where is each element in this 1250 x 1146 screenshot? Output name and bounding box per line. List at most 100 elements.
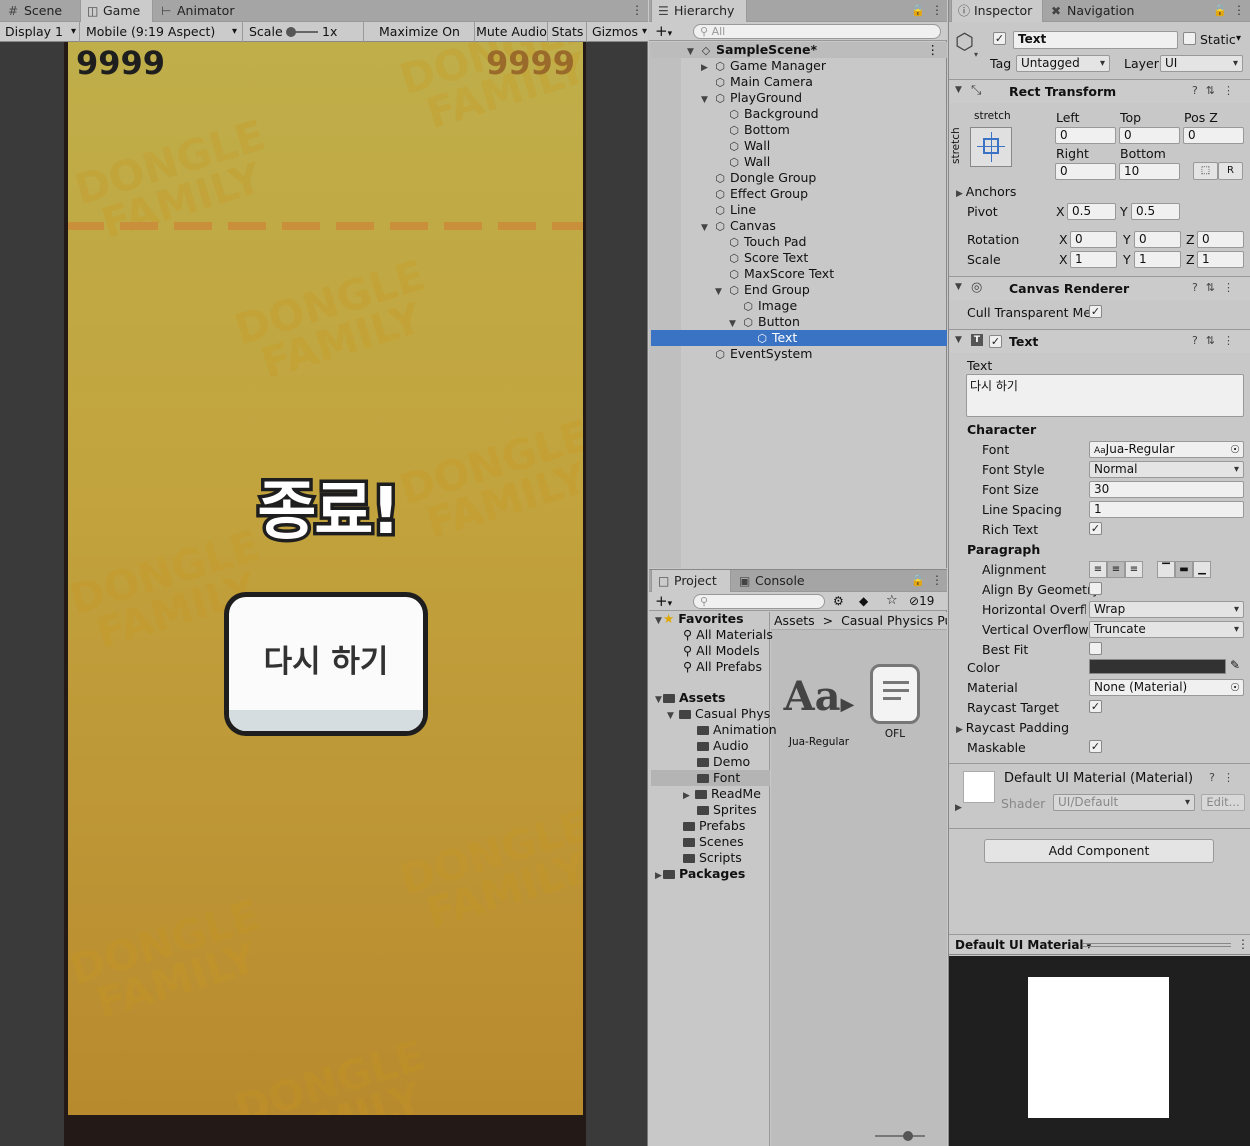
lock-icon[interactable]: 🔒 (911, 4, 925, 17)
top-field[interactable]: 0 (1119, 127, 1180, 144)
cull-transparent-checkbox[interactable]: ✓ (1089, 305, 1102, 318)
preset-icon[interactable]: ⇅ (1206, 334, 1223, 347)
hierarchy-item[interactable]: ⬡ EventSystem (651, 346, 947, 362)
v-overflow-dropdown[interactable]: Truncate (1089, 621, 1244, 638)
folder-scenes[interactable]: Scenes (651, 834, 770, 850)
stats-button[interactable]: Stats (549, 22, 587, 42)
assets-root[interactable]: ▼ Assets (651, 690, 770, 706)
text-value-area[interactable]: 다시 하기 (966, 374, 1244, 417)
shader-dropdown[interactable]: UI/Default (1053, 794, 1195, 811)
align-middle-button[interactable]: ▬ (1175, 561, 1193, 578)
hierarchy-item[interactable]: ⬡ Bottom (651, 122, 947, 138)
folder-prefabs[interactable]: Prefabs (651, 818, 770, 834)
anchor-preset-button[interactable] (970, 127, 1012, 167)
tab-hierarchy[interactable]: ☰ Hierarchy (651, 0, 747, 22)
hierarchy-item[interactable]: ⬡ Effect Group (651, 186, 947, 202)
tab-animator[interactable]: ⊢ Animator (155, 0, 245, 22)
folder-sprites[interactable]: Sprites (651, 802, 770, 818)
preview-menu-icon[interactable]: ⋮ (1237, 937, 1249, 951)
hierarchy-item[interactable]: ⬡ Line (651, 202, 947, 218)
search-by-type-icon[interactable]: ⚙ (833, 594, 844, 608)
align-geometry-checkbox[interactable] (1089, 582, 1102, 595)
folder-demo[interactable]: Demo (651, 754, 770, 770)
rot-y-field[interactable]: 0 (1134, 231, 1181, 248)
h-overflow-dropdown[interactable]: Wrap (1089, 601, 1244, 618)
hierarchy-item[interactable]: ▼ ⬡ Button (651, 314, 947, 330)
align-left-button[interactable]: ≡ (1089, 561, 1107, 578)
static-checkbox[interactable] (1183, 32, 1196, 45)
menu-icon[interactable]: ⋮ (1223, 281, 1242, 294)
inspector-menu-icon[interactable]: ⋮ (1233, 3, 1245, 17)
right-field[interactable]: 0 (1055, 163, 1116, 180)
help-icon[interactable]: ? (1192, 281, 1206, 294)
folder-audio[interactable]: Audio (651, 738, 770, 754)
font-size-field[interactable]: 30 (1089, 481, 1244, 498)
asset-item-ofl[interactable]: OFL (863, 664, 927, 742)
raycast-target-checkbox[interactable]: ✓ (1089, 700, 1102, 713)
hierarchy-item[interactable]: ⬡ MaxScore Text (651, 266, 947, 282)
favorite-all-materials[interactable]: ⚲ All Materials (651, 627, 773, 643)
asset-item-font[interactable]: Aa▶ Jua-Regular (781, 672, 857, 748)
favorite-all-models[interactable]: ⚲ All Models (651, 643, 770, 659)
chevron-down-icon[interactable]: ▾ (1236, 33, 1241, 44)
hierarchy-search-input[interactable]: ⚲ All (693, 24, 941, 39)
tab-game[interactable]: ◫ Game (80, 0, 153, 22)
hierarchy-item[interactable]: ⬡ Background (651, 106, 947, 122)
menu-icon[interactable]: ⋮ (1223, 84, 1242, 97)
add-button[interactable]: +▾ (655, 592, 672, 613)
object-picker-icon[interactable]: ☉ (1230, 442, 1240, 457)
scale-y-field[interactable]: 1 (1134, 251, 1181, 268)
posz-field[interactable]: 0 (1183, 127, 1244, 144)
icon-size-slider-handle[interactable] (903, 1131, 913, 1141)
raycast-padding-foldout[interactable]: ▶ Raycast Padding (956, 720, 1069, 735)
menu-icon[interactable]: ⋮ (1223, 334, 1242, 347)
scene-menu-icon[interactable]: ⋮ (927, 42, 940, 58)
tab-navigation[interactable]: ✖ Navigation (1045, 0, 1145, 22)
hierarchy-item[interactable]: ▼ ⬡ PlayGround (651, 90, 947, 106)
packages-root[interactable]: ▶ Packages (651, 866, 770, 882)
scale-x-field[interactable]: 1 (1070, 251, 1117, 268)
font-style-dropdown[interactable]: Normal (1089, 461, 1244, 478)
scale-slider-handle[interactable] (286, 27, 296, 37)
favorites-header[interactable]: ▼★ Favorites (651, 611, 770, 627)
pivot-x-field[interactable]: 0.5 (1067, 203, 1116, 220)
mute-audio-button[interactable]: Mute Audio (476, 22, 548, 42)
best-fit-checkbox[interactable] (1089, 642, 1102, 655)
canvas-renderer-header[interactable]: ▼ ◎ Canvas Renderer ?⇅⋮ (949, 276, 1250, 300)
project-menu-icon[interactable]: ⋮ (931, 573, 943, 587)
rot-z-field[interactable]: 0 (1197, 231, 1244, 248)
search-by-label-icon[interactable]: ◆ (859, 594, 868, 608)
hierarchy-item[interactable]: ⬡ Score Text (651, 250, 947, 266)
raw-edit-button[interactable]: R (1218, 162, 1243, 180)
help-icon[interactable]: ? (1209, 771, 1223, 784)
align-center-button[interactable]: ≡ (1107, 561, 1125, 578)
text-enabled-checkbox[interactable]: ✓ (989, 335, 1002, 348)
hierarchy-item[interactable]: ▶ ⬡ Game Manager (651, 58, 947, 74)
folder-scripts[interactable]: Scripts (651, 850, 770, 866)
maskable-checkbox[interactable]: ✓ (1089, 740, 1102, 753)
rot-x-field[interactable]: 0 (1070, 231, 1117, 248)
preset-icon[interactable]: ⇅ (1206, 84, 1223, 97)
scale-slider[interactable] (286, 27, 318, 37)
hierarchy-item[interactable]: ⬡ Main Camera (651, 74, 947, 90)
project-search-input[interactable]: ⚲ (693, 594, 825, 609)
edit-shader-button[interactable]: Edit... (1201, 794, 1245, 811)
hidden-packages-toggle[interactable]: ⊘19 (909, 594, 934, 608)
lock-icon[interactable]: 🔒 (911, 574, 925, 587)
blueprint-mode-button[interactable]: ⬚ (1193, 162, 1218, 180)
hierarchy-item[interactable]: ▼ ⬡ Canvas (651, 218, 947, 234)
rect-transform-header[interactable]: ▼ ⤡ Rect Transform ?⇅⋮ (949, 79, 1250, 103)
hierarchy-menu-icon[interactable]: ⋮ (931, 3, 943, 17)
hierarchy-item[interactable]: ⬡ Dongle Group (651, 170, 947, 186)
lock-icon[interactable]: 🔒 (1213, 4, 1227, 17)
hierarchy-item[interactable]: ▼ ⬡ End Group (651, 282, 947, 298)
add-component-button[interactable]: Add Component (984, 839, 1214, 863)
tab-project[interactable]: □ Project (651, 570, 731, 592)
game-canvas[interactable]: DONGLE FAMILY DONGLE FAMILY DONGLE FAMILY D… (64, 42, 586, 1146)
anchors-foldout[interactable]: ▶ Anchors (956, 184, 1016, 199)
help-icon[interactable]: ? (1192, 84, 1206, 97)
hierarchy-item[interactable]: ⬡ Text (651, 330, 947, 346)
preview-title[interactable]: Default UI Material ▾ (955, 938, 1091, 952)
breadcrumb-assets[interactable]: Assets (774, 613, 815, 628)
favorite-all-prefabs[interactable]: ⚲ All Prefabs (651, 659, 770, 675)
